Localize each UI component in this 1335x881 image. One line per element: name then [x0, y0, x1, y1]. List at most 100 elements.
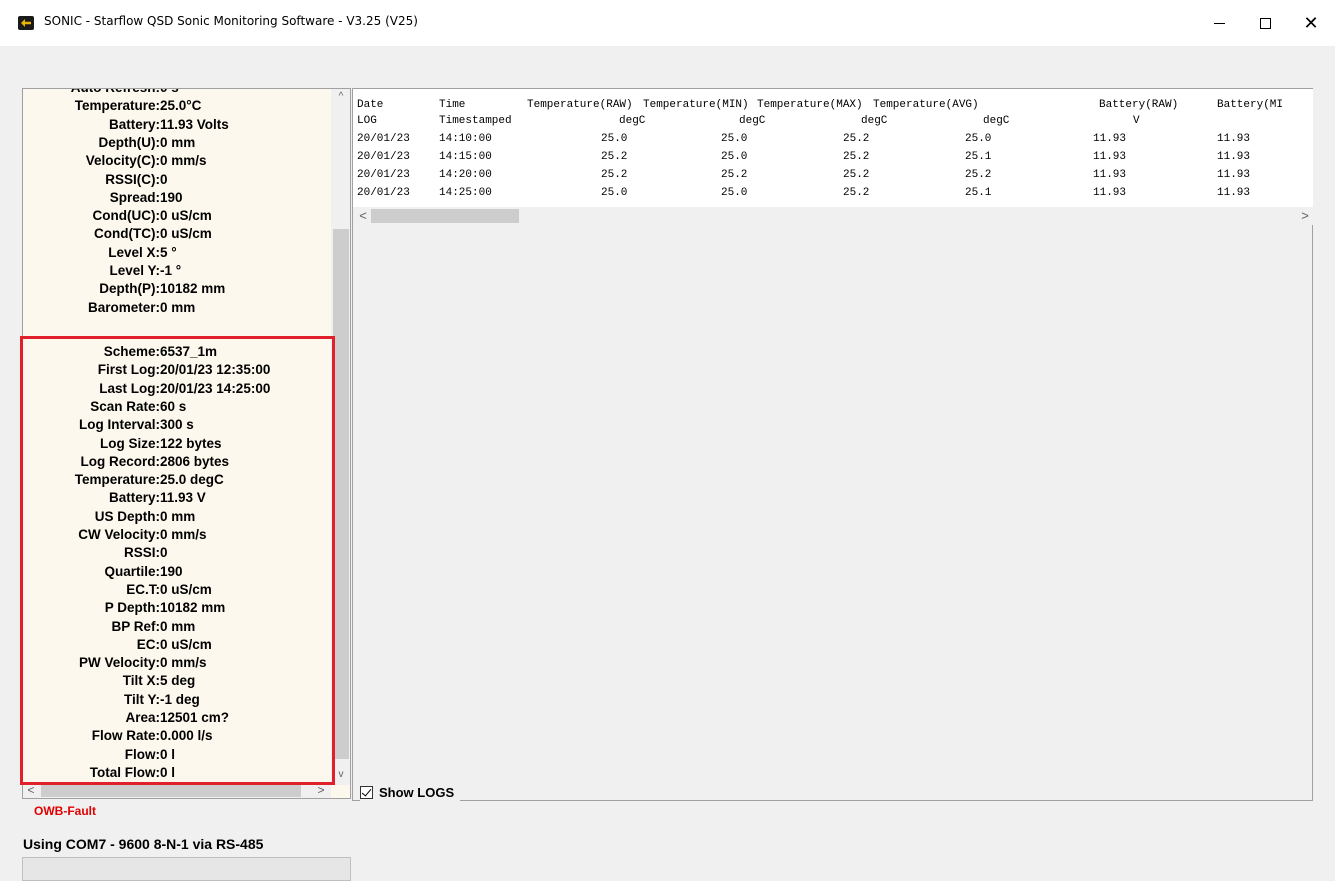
table-header-cell: Time — [439, 99, 466, 111]
info-panel-vertical-scrollbar[interactable]: ^ v — [331, 89, 350, 785]
log-table[interactable]: Date Time Temperature(RAW) Temperature(MIN)… — [353, 89, 1313, 207]
log_panel-row: EC.T: 0 uS/cm — [23, 582, 333, 600]
table-cell: 14:15:00 — [439, 151, 492, 163]
log_panel-row: CW Velocity: 0 mm/s — [23, 527, 333, 545]
log_panel-row: Temperature: 25.0 degC — [23, 472, 333, 490]
info-label: Tilt Y: — [123, 691, 160, 707]
info-label: Total Flow: — [89, 764, 160, 780]
log_panel-row: US Depth: 0 mm — [23, 509, 333, 527]
info-panel[interactable]: Auto Refresh:0 sTemperature:25.0°CBatter… — [22, 88, 351, 799]
table-cell: 25.2 — [965, 169, 992, 181]
live_panel-row: Spread: 190 — [23, 190, 333, 208]
info-label: Depth(P): — [99, 281, 160, 297]
table-cell: 25.0 — [601, 187, 628, 199]
info-value: 0 — [160, 171, 168, 187]
info-label: CW Velocity: — [78, 527, 160, 542]
table-cell: 25.1 — [965, 187, 992, 199]
minimize-button[interactable] — [1196, 0, 1242, 46]
info-label: Log Record: — [80, 453, 161, 469]
info-panel-horizontal-scrollbar[interactable]: < > — [23, 782, 331, 798]
live_panel-row: Barometer: 0 mm — [23, 300, 333, 318]
show-logs-checkbox-group[interactable]: Show LOGS — [360, 782, 461, 802]
scroll-right-icon[interactable]: > — [313, 782, 329, 798]
info-value: 60 s — [160, 398, 187, 414]
info-label: Temperature: — [74, 98, 160, 114]
log_panel-row: PW Velocity: 0 mm/s — [23, 655, 333, 673]
progress-bar — [22, 857, 351, 881]
table-cell: 11.93 — [1217, 169, 1251, 181]
info-label: Battery: — [108, 490, 160, 506]
info-label: US Depth: — [94, 508, 160, 524]
info-label: Velocity(C): — [85, 153, 160, 169]
show-logs-label: Show LOGS — [379, 784, 455, 800]
log_panel-row: Area: 12501 cm? — [23, 710, 333, 728]
table-unit-cell: degC — [861, 115, 888, 127]
table-scroll-thumb[interactable] — [371, 209, 519, 223]
scroll-down-icon[interactable]: v — [331, 767, 350, 783]
info-label: Cond(UC): — [92, 208, 160, 224]
info-value: 0 — [160, 545, 168, 561]
table-unit-cell: V — [1133, 115, 1140, 127]
close-button[interactable]: ✕ — [1288, 0, 1334, 46]
log_panel-row: Log Interval: 300 s — [23, 417, 333, 435]
info-label: Battery: — [108, 116, 160, 132]
info-value: 0 mm — [160, 299, 196, 315]
info-label: Level X: — [108, 244, 160, 260]
table-cell: 11.93 — [1217, 151, 1251, 163]
info-value: 5 deg — [160, 673, 196, 689]
vertical-scroll-thumb[interactable] — [333, 229, 349, 759]
info-value: 122 bytes — [160, 435, 222, 451]
table-cell: 25.0 — [721, 187, 748, 199]
table-header-cell: Temperature(RAW) — [527, 99, 633, 111]
table-scroll-right-icon[interactable]: > — [1297, 207, 1313, 225]
window-title: SONIC - Starflow QSD Sonic Monitoring So… — [44, 14, 418, 28]
info-value: 0 s — [160, 89, 179, 95]
table-cell: 14:20:00 — [439, 169, 492, 181]
log-table-horizontal-scrollbar[interactable]: < > — [353, 207, 1313, 225]
log_panel-row: Flow: 0 l — [23, 747, 333, 765]
info-label: Auto Refresh: — [71, 89, 160, 95]
info-value: 25.0 degC — [160, 472, 224, 488]
info-value: 0 mm — [160, 134, 196, 150]
horizontal-scroll-thumb[interactable] — [41, 784, 301, 797]
show-logs-checkbox[interactable] — [360, 785, 373, 799]
info-label: Tilt X: — [122, 673, 160, 689]
table-cell: 11.93 — [1217, 133, 1251, 145]
scroll-up-icon[interactable]: ^ — [331, 89, 350, 105]
info-label: Barometer: — [87, 299, 160, 315]
info-value: 20/01/23 14:25:00 — [160, 380, 271, 396]
info-label: Flow Rate: — [91, 728, 160, 744]
live_panel-row: Cond(TC): 0 uS/cm — [23, 226, 333, 244]
table-cell: 25.2 — [843, 169, 870, 181]
log_panel-row: Log Record: 2806 bytes — [23, 454, 333, 472]
info-value: 25.0°C — [160, 98, 202, 114]
live_panel-row: Temperature: 25.0°C — [23, 98, 333, 116]
log_panel-row: Scheme: 6537_1m — [23, 344, 333, 362]
info-value: 20/01/23 12:35:00 — [160, 362, 271, 378]
info-value: 0 uS/cm — [160, 226, 212, 242]
info-value: 10182 mm — [160, 600, 226, 616]
table-cell: 11.93 — [1217, 187, 1251, 199]
info-value: 190 — [160, 563, 183, 579]
log_panel-row: P Depth: 10182 mm — [23, 600, 333, 618]
maximize-button[interactable] — [1242, 0, 1288, 46]
info-label: EC.T: — [126, 581, 160, 597]
table-cell: 25.2 — [843, 151, 870, 163]
table-header-cell: Temperature(MAX) — [757, 99, 863, 111]
info-value: 190 — [160, 189, 183, 205]
table-scroll-left-icon[interactable]: < — [355, 207, 371, 225]
log-data-area: Date Time Temperature(RAW) Temperature(MIN)… — [352, 88, 1313, 801]
log_panel-row: Tilt X: 5 deg — [23, 673, 333, 691]
info-label: Log Interval: — [78, 417, 160, 433]
table-cell: 25.2 — [843, 133, 870, 145]
live_panel-row: Cond(UC): 0 uS/cm — [23, 208, 333, 226]
info-value: 0.000 l/s — [160, 728, 213, 744]
info-label: Log Size: — [100, 435, 160, 451]
table-cell: 11.93 — [1093, 169, 1127, 181]
info-value: -1 ° — [160, 263, 182, 278]
info-label: P Depth: — [104, 600, 160, 616]
scroll-left-icon[interactable]: < — [23, 782, 39, 798]
info-value: 0 uS/cm — [160, 581, 212, 597]
log_panel-row: Tilt Y: -1 deg — [23, 692, 333, 710]
info-value: 0 mm — [160, 508, 196, 524]
